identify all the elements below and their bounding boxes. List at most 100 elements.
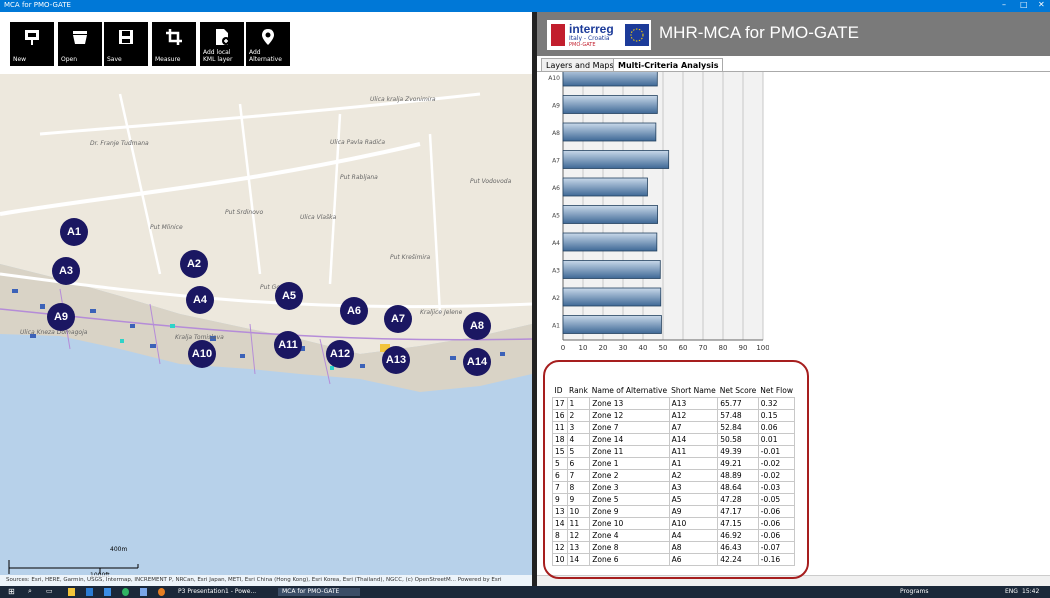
taskbar: ⊞ ⌕ ▭ P3 Presentation1 - Powe... MCA for… xyxy=(0,586,1050,598)
tab-layers-and-maps[interactable]: Layers and Maps xyxy=(541,58,619,72)
add-alternative-label: Add Alternative xyxy=(249,49,282,63)
marker-a7[interactable]: A7 xyxy=(384,305,412,333)
x-tick-label: 30 xyxy=(619,344,628,352)
marker-a12[interactable]: A12 xyxy=(326,340,354,368)
x-tick-label: 60 xyxy=(679,344,688,352)
chrome-icon[interactable] xyxy=(122,588,129,596)
marker-a6[interactable]: A6 xyxy=(340,297,368,325)
windows-start-icon[interactable]: ⊞ xyxy=(8,587,15,596)
logo-project: PMO-GATE xyxy=(569,42,596,48)
marker-a1[interactable]: A1 xyxy=(60,218,88,246)
x-tick-label: 90 xyxy=(739,344,748,352)
add-alternative-button[interactable]: Add Alternative xyxy=(246,22,290,66)
marker-a8[interactable]: A8 xyxy=(463,312,491,340)
y-tick-label: A7 xyxy=(552,158,560,165)
edge-icon[interactable] xyxy=(104,588,111,596)
add-file-icon xyxy=(216,29,230,45)
add-kml-button[interactable]: Add local KML layer xyxy=(200,22,244,66)
language-indicator[interactable]: ENG xyxy=(1005,588,1018,596)
bar xyxy=(562,232,658,252)
window-title: MCA for PMO-GATE xyxy=(4,1,71,9)
open-icon xyxy=(73,31,87,44)
minimize-button[interactable]: – xyxy=(1002,0,1006,9)
bar xyxy=(562,95,658,114)
open-label: Open xyxy=(61,56,78,63)
street-label: Put Krešimira xyxy=(390,254,431,261)
mail-icon[interactable] xyxy=(86,588,93,596)
new-button[interactable]: New xyxy=(10,22,54,66)
bar xyxy=(562,205,658,224)
marker-a3[interactable]: A3 xyxy=(52,257,80,285)
maximize-button[interactable]: □ xyxy=(1020,0,1028,9)
marker-a5[interactable]: A5 xyxy=(275,282,303,310)
marker-a4[interactable]: A4 xyxy=(186,286,214,314)
bar xyxy=(562,72,658,87)
y-tick-label: A6 xyxy=(552,185,560,192)
close-button[interactable]: ✕ xyxy=(1038,0,1045,9)
street-label: Put Srdinovo xyxy=(225,209,264,216)
y-tick-label: A8 xyxy=(552,130,560,137)
y-tick-label: A5 xyxy=(552,213,560,220)
firefox-icon[interactable] xyxy=(158,588,165,596)
scale-metric: 400m xyxy=(110,546,128,553)
search-icon[interactable]: ⌕ xyxy=(28,587,32,595)
interreg-logo: interreg Italy - Croatia PMO-GATE xyxy=(547,20,651,50)
x-tick-label: 10 xyxy=(579,344,588,352)
logo-subtitle: Italy - Croatia xyxy=(569,35,610,42)
marker-a9[interactable]: A9 xyxy=(47,303,75,331)
marker-a2[interactable]: A2 xyxy=(180,250,208,278)
street-label: Ulica kralja Zvonimira xyxy=(370,96,436,103)
y-tick-label: A2 xyxy=(552,295,560,302)
location-pin-icon xyxy=(262,29,274,45)
bar xyxy=(562,287,662,307)
y-tick-label: A3 xyxy=(552,268,560,275)
open-button[interactable]: Open xyxy=(58,22,102,66)
street-label: Put Rabljana xyxy=(340,174,378,181)
x-tick-label: 40 xyxy=(639,344,648,352)
y-tick-label: A10 xyxy=(548,75,560,82)
task-view-icon[interactable]: ▭ xyxy=(46,587,53,595)
programs-label[interactable]: Programs xyxy=(900,588,928,596)
x-tick-label: 70 xyxy=(699,344,708,352)
marker-a10[interactable]: A10 xyxy=(188,340,216,368)
presentation-icon xyxy=(25,30,39,45)
save-button[interactable]: Save xyxy=(104,22,148,66)
street-label: Ulica Kneza Domagoja xyxy=(20,329,88,336)
highlight-ellipse xyxy=(543,360,809,579)
x-tick-label: 80 xyxy=(719,344,728,352)
bar xyxy=(562,177,648,197)
save-icon xyxy=(119,30,133,44)
x-tick-label: 50 xyxy=(659,344,668,352)
street-label: Ulica Pavla Radića xyxy=(330,139,386,146)
street-label: Dr. Franje Tuđmana xyxy=(90,140,149,147)
bar xyxy=(562,315,662,334)
measure-button[interactable]: Measure xyxy=(152,22,196,66)
x-tick-label: 100 xyxy=(756,344,769,352)
street-label: Put Vodovoda xyxy=(470,178,512,185)
marker-a11[interactable]: A11 xyxy=(274,331,302,359)
marker-a14[interactable]: A14 xyxy=(463,348,491,376)
logo-title: interreg xyxy=(569,22,614,36)
map-view[interactable]: Ulica kralja Zvonimira Dr. Franje Tuđman… xyxy=(0,74,532,586)
clock[interactable]: 15:42 xyxy=(1022,588,1039,596)
measure-label: Measure xyxy=(155,56,181,63)
street-label: Put Mlinice xyxy=(150,224,183,231)
taskbar-app-powerpoint[interactable]: P3 Presentation1 - Powe... xyxy=(178,588,273,596)
file-explorer-icon[interactable] xyxy=(68,588,75,596)
toolbar: New Open Save Measure Add local KML laye… xyxy=(0,12,532,74)
tab-multi-criteria-analysis[interactable]: Multi-Criteria Analysis xyxy=(613,58,724,72)
taskbar-app-mca[interactable]: MCA for PMO-GATE xyxy=(278,588,360,596)
map-pane: New Open Save Measure Add local KML laye… xyxy=(0,12,532,586)
bar xyxy=(562,122,657,142)
y-tick-label: A9 xyxy=(552,103,560,110)
marker-a13[interactable]: A13 xyxy=(382,346,410,374)
save-label: Save xyxy=(107,56,122,63)
add-kml-label: Add local KML layer xyxy=(203,49,233,63)
app-header: interreg Italy - Croatia PMO-GATE MHR-MC… xyxy=(537,12,1050,56)
app-title: MHR-MCA for PMO-GATE xyxy=(659,23,859,42)
crop-icon xyxy=(166,29,182,45)
street-label: Ulica Vlaška xyxy=(300,214,337,221)
bar xyxy=(562,260,661,279)
y-tick-label: A1 xyxy=(552,323,560,330)
app-icon[interactable] xyxy=(140,588,147,596)
